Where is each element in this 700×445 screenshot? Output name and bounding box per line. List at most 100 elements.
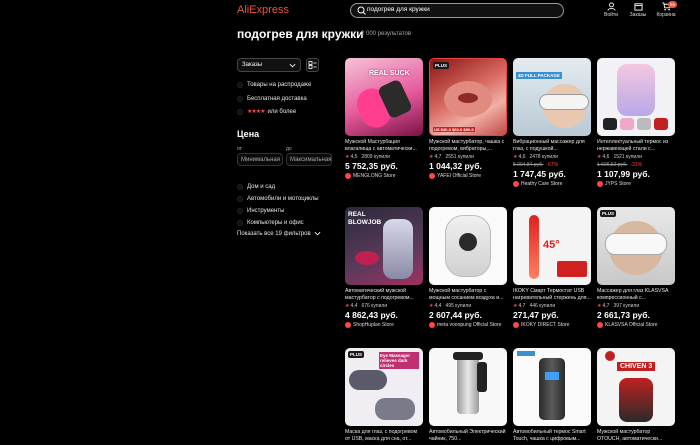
product-store-name[interactable]: meta vooopung Official Store <box>437 322 501 328</box>
product-name[interactable]: Автоматический мужской мастурбатор с под… <box>345 288 423 301</box>
product-card[interactable]: Интеллектуальный термос из нержавеющей с… <box>597 58 675 187</box>
product-image[interactable] <box>429 348 507 426</box>
product-card[interactable]: PLUS Eye Massager relieves dark circles … <box>345 348 423 442</box>
product-card[interactable]: PLUS US $30-3 $60-6 $90-9 Мужской мастур… <box>429 58 507 179</box>
search-input[interactable]: подогрев для кружки <box>367 6 430 13</box>
product-image[interactable]: PLUS US $30-3 $60-6 $90-9 <box>429 58 507 136</box>
checkbox[interactable] <box>237 207 243 214</box>
search-box[interactable]: подогрев для кружки <box>350 3 564 18</box>
product-name[interactable]: Автомобильный термос Smart Touch, чашка … <box>513 429 591 442</box>
checkbox[interactable] <box>237 108 243 115</box>
star-icon: ★ <box>345 303 350 309</box>
product-name[interactable]: Вибрационный массажер для глаз, с подушк… <box>513 139 591 152</box>
login-label: Войти <box>604 12 618 18</box>
product-card[interactable]: Автомобильный термос Smart Touch, чашка … <box>513 348 591 442</box>
product-price: 2 607,44 руб. <box>429 310 482 320</box>
product-name[interactable]: Массажер для глаз KLASVSA компрессионный… <box>597 288 675 301</box>
product-store-name[interactable]: MENGLONG Store <box>353 173 396 179</box>
product-store[interactable]: ShopHuplan Store <box>345 322 423 328</box>
show-all-filters-label: Показать все 19 фильтров <box>237 230 311 237</box>
product-card[interactable]: 45° IKOKY Смарт Термостат USB нагревател… <box>513 207 591 328</box>
product-name[interactable]: IKOKY Смарт Термостат USB нагревательный… <box>513 288 591 301</box>
product-store-name[interactable]: JYPS Store <box>605 181 631 187</box>
product-store[interactable]: YAFEI Official Store <box>429 173 507 179</box>
checkbox[interactable] <box>237 95 243 102</box>
product-sold: 495 купили <box>445 303 472 309</box>
product-image[interactable] <box>429 207 507 285</box>
filter-rating[interactable]: ★★★★ или более <box>237 107 296 116</box>
product-image-text: 4D FULL PACKAGE <box>516 72 562 79</box>
product-card[interactable]: 4D FULL PACKAGE Вибрационный массажер дл… <box>513 58 591 187</box>
sort-value: Заказы <box>242 62 263 68</box>
plus-badge: PLUS <box>348 351 365 358</box>
product-store-name[interactable]: YAFEI Official Store <box>437 173 481 179</box>
star-icon: ★ <box>597 154 602 160</box>
product-image[interactable]: PLUS <box>597 207 675 285</box>
product-image[interactable]: 4D FULL PACKAGE <box>513 58 591 136</box>
product-image-text: 45° <box>543 239 560 251</box>
product-price: 271,47 руб. <box>513 310 559 320</box>
filter-category-3[interactable]: Инструменты <box>237 206 284 215</box>
login-button[interactable]: Войти <box>598 2 624 18</box>
product-image[interactable]: REAL BLOWJOB <box>345 207 423 285</box>
product-name[interactable]: Маска для глаз, с подогревом от USB, мас… <box>345 429 423 442</box>
product-name[interactable]: Мужской мастурбатор, чашка с подогревом,… <box>429 139 507 152</box>
cart-label: Корзина <box>656 12 676 18</box>
product-store[interactable]: KLASVSA Official Store <box>597 322 675 328</box>
product-image[interactable]: CHIVEN 3 <box>597 348 675 426</box>
product-discount: -67% <box>546 162 559 168</box>
product-store[interactable]: Heathy Care Store <box>513 181 591 187</box>
product-card[interactable]: REAL BLOWJOB Автоматический мужской маст… <box>345 207 423 328</box>
price-max-input[interactable]: Максимальная <box>286 153 332 166</box>
cart-button[interactable]: 56 Корзина <box>653 1 679 18</box>
product-rating: 4,4 <box>434 303 442 309</box>
product-name[interactable]: Интеллектуальный термос из нержавеющей с… <box>597 139 675 152</box>
filter-category-2[interactable]: Автомобили и мотоциклы <box>237 194 319 203</box>
checkbox[interactable] <box>237 183 243 190</box>
product-card[interactable]: REAL SUCK Мужской Мастурбация влагалища … <box>345 58 423 179</box>
orders-button[interactable]: Заказы <box>625 2 651 18</box>
sort-dropdown[interactable]: Заказы <box>237 58 301 72</box>
logo[interactable]: AliExpress <box>237 4 289 16</box>
product-image[interactable] <box>513 348 591 426</box>
filter-free-delivery[interactable]: Бесплатная доставка <box>237 94 307 103</box>
product-store[interactable]: IKOKY DIRECT Store <box>513 322 591 328</box>
show-all-filters-link[interactable]: Показать все 19 фильтров <box>237 230 321 237</box>
chevron-down-icon <box>289 63 296 68</box>
product-store[interactable]: JYPS Store <box>597 181 675 187</box>
product-store-name[interactable]: KLASVSA Official Store <box>605 322 657 328</box>
filter-sale[interactable]: Товары на распродаже <box>237 80 311 89</box>
product-store[interactable]: MENGLONG Store <box>345 173 423 179</box>
product-name[interactable]: Мужской мастурбатор с мощным сосанием во… <box>429 288 507 301</box>
product-card[interactable]: Мужской мастурбатор с мощным сосанием во… <box>429 207 507 328</box>
product-image[interactable]: REAL SUCK <box>345 58 423 136</box>
product-card[interactable]: PLUS Массажер для глаз KLASVSA компресси… <box>597 207 675 328</box>
product-price: 1 044,32 руб. <box>429 161 482 171</box>
product-price: 1 107,99 руб. <box>597 169 650 179</box>
product-image[interactable]: 45° <box>513 207 591 285</box>
product-card[interactable]: CHIVEN 3 Мужской мастурбатор OTOUCH, авт… <box>597 348 675 442</box>
checkbox[interactable] <box>237 219 243 226</box>
product-store-name[interactable]: ShopHuplan Store <box>353 322 394 328</box>
filter-rating-label: или более <box>267 108 297 115</box>
product-store[interactable]: meta vooopung Official Store <box>429 322 507 328</box>
product-name[interactable]: Мужской Мастурбация влагалища с автомати… <box>345 139 423 152</box>
product-store-name[interactable]: IKOKY DIRECT Store <box>521 322 569 328</box>
view-toggle-button[interactable] <box>306 58 319 72</box>
product-image[interactable]: PLUS Eye Massager relieves dark circles <box>345 348 423 426</box>
price-min-input[interactable]: Минимальная <box>237 153 283 166</box>
checkbox[interactable] <box>237 81 243 88</box>
product-store-name[interactable]: Heathy Care Store <box>521 181 562 187</box>
product-name[interactable]: Мужской мастурбатор OTOUCH, автоматическ… <box>597 429 675 442</box>
checkbox[interactable] <box>237 195 243 202</box>
box-icon <box>633 3 643 11</box>
product-rating: 4,6 <box>602 154 610 160</box>
product-rating: 4,7 <box>602 303 610 309</box>
filter-category-1[interactable]: Дом и сад <box>237 182 275 191</box>
product-image[interactable] <box>597 58 675 136</box>
filter-category-4[interactable]: Компьютеры и офис <box>237 218 304 227</box>
product-rating: 4,6 <box>518 154 526 160</box>
star-icon: ★ <box>597 303 602 309</box>
product-card[interactable]: Автомобильный Электрический чайник, 750.… <box>429 348 507 442</box>
product-name[interactable]: Автомобильный Электрический чайник, 750.… <box>429 429 507 442</box>
